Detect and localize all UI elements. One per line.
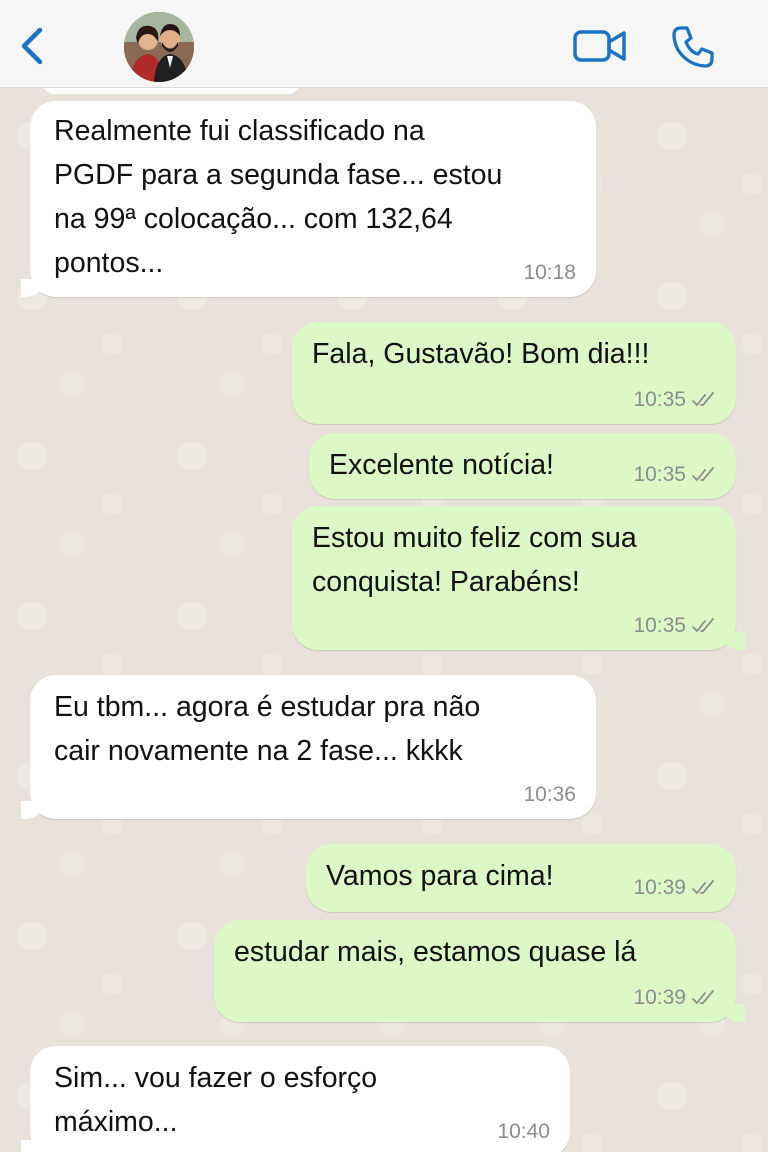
message-bubble-incoming[interactable]: Eu tbm... agora é estudar pra não cair n… bbox=[21, 675, 596, 819]
message-bubble-incoming[interactable]: Realmente fui classificado na PGDF para … bbox=[21, 101, 596, 297]
message-text: Excelente notícia! bbox=[329, 449, 554, 481]
message-text: Eu tbm... agora é estudar pra não cair n… bbox=[54, 691, 481, 767]
message-meta: 10:35 bbox=[633, 388, 718, 412]
message-time: 10:18 bbox=[523, 261, 576, 284]
chat-header bbox=[0, 0, 768, 88]
voice-call-button[interactable] bbox=[670, 24, 716, 70]
message-time: 10:39 bbox=[633, 876, 686, 899]
video-camera-icon bbox=[573, 30, 626, 62]
phone-icon bbox=[672, 26, 714, 68]
message-bubble-outgoing[interactable]: Fala, Gustavão! Bom dia!!! 10:35 bbox=[292, 322, 736, 424]
contact-photo-icon bbox=[124, 12, 194, 82]
message-bubble-outgoing[interactable]: Estou muito feliz com sua conquista! Par… bbox=[292, 506, 745, 650]
message-meta: 10:40 bbox=[497, 1120, 550, 1144]
message-time: 10:36 bbox=[523, 783, 576, 806]
message-meta: 10:18 bbox=[523, 261, 576, 285]
message-text: Sim... vou fazer o esforço máximo... bbox=[54, 1062, 378, 1138]
double-check-icon bbox=[692, 990, 714, 1005]
video-call-button[interactable] bbox=[572, 26, 628, 66]
message-time: 10:35 bbox=[633, 463, 686, 486]
back-button[interactable] bbox=[14, 24, 54, 68]
message-bubble-outgoing[interactable]: Excelente notícia! 10:35 bbox=[309, 433, 736, 499]
message-bubble-outgoing[interactable]: estudar mais, estamos quase lá 10:39 bbox=[214, 920, 745, 1022]
chevron-left-icon bbox=[21, 27, 43, 65]
message-text: Vamos para cima! bbox=[326, 860, 554, 892]
message-text: Fala, Gustavão! Bom dia!!! bbox=[312, 338, 650, 370]
message-text: Estou muito feliz com sua conquista! Par… bbox=[312, 522, 637, 598]
message-time: 10:35 bbox=[633, 614, 686, 637]
double-check-icon bbox=[692, 618, 714, 633]
contact-avatar[interactable] bbox=[124, 12, 194, 82]
message-time: 10:39 bbox=[633, 986, 686, 1009]
chat-area[interactable]: Realmente fui classificado na PGDF para … bbox=[0, 88, 768, 1152]
message-meta: 10:36 bbox=[523, 783, 576, 807]
message-time: 10:35 bbox=[633, 388, 686, 411]
message-text: estudar mais, estamos quase lá bbox=[234, 936, 637, 968]
double-check-icon bbox=[692, 467, 714, 482]
message-bubble-incoming[interactable]: Sim... vou fazer o esforço máximo... 10:… bbox=[21, 1046, 570, 1152]
double-check-icon bbox=[692, 880, 714, 895]
double-check-icon bbox=[692, 392, 714, 407]
previous-message-edge bbox=[42, 88, 300, 94]
message-meta: 10:35 bbox=[633, 463, 718, 487]
message-meta: 10:39 bbox=[633, 876, 718, 900]
message-meta: 10:39 bbox=[633, 986, 718, 1010]
message-bubble-outgoing[interactable]: Vamos para cima! 10:39 bbox=[306, 844, 736, 912]
message-time: 10:40 bbox=[497, 1120, 550, 1143]
message-text: Realmente fui classificado na PGDF para … bbox=[54, 115, 503, 279]
message-meta: 10:35 bbox=[633, 614, 718, 638]
